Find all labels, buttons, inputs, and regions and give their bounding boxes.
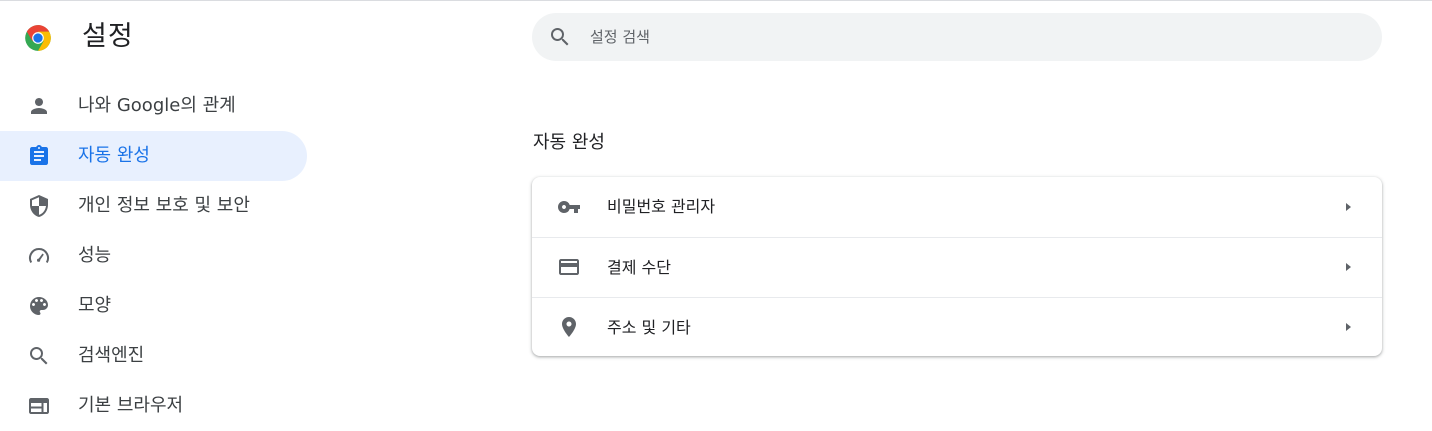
row-label: 비밀번호 관리자	[607, 197, 716, 216]
sidebar-item-you-and-google[interactable]: 나와 Google의 관계	[0, 81, 307, 131]
search-icon[interactable]	[548, 25, 572, 49]
browser-icon	[29, 398, 49, 414]
sidebar-item-label: 나와 Google의 관계	[78, 95, 236, 116]
page-title: 설정	[82, 21, 134, 52]
sidebar-item-autofill[interactable]: 자동 완성	[0, 131, 307, 181]
search-icon	[30, 347, 48, 365]
password-manager-row[interactable]: 비밀번호 관리자	[532, 177, 1382, 237]
sidebar-item-label: 기본 브라우저	[78, 395, 184, 416]
sidebar-item-search-engine[interactable]: 검색엔진	[0, 331, 307, 381]
chevron-right-icon	[1346, 203, 1351, 211]
speedometer-icon	[29, 248, 49, 263]
sidebar-item-label: 자동 완성	[78, 145, 150, 166]
sidebar-item-label: 모양	[78, 295, 112, 316]
row-label: 주소 및 기타	[607, 318, 691, 337]
sidebar-item-default-browser[interactable]: 기본 브라우저	[0, 381, 307, 431]
search-input[interactable]	[590, 13, 1350, 61]
location-pin-icon	[562, 317, 576, 337]
settings-header: 설정	[0, 0, 1432, 72]
sidebar-item-label: 성능	[78, 245, 112, 266]
person-icon	[31, 98, 47, 114]
settings-search-box[interactable]	[532, 13, 1382, 61]
chevron-right-icon	[1346, 263, 1351, 271]
sidebar-item-appearance[interactable]: 모양	[0, 281, 307, 331]
assignment-icon	[30, 145, 48, 165]
payment-methods-row[interactable]: 결제 수단	[532, 237, 1382, 297]
key-icon	[558, 201, 580, 213]
sidebar-nav: 나와 Google의 관계 자동 완성 개인 정보 보호 및 보안 성능 모양 …	[0, 81, 308, 431]
sidebar-item-label: 개인 정보 보호 및 보안	[78, 195, 250, 216]
addresses-row[interactable]: 주소 및 기타	[532, 297, 1382, 356]
sidebar-item-performance[interactable]: 성능	[0, 231, 307, 281]
sidebar-item-privacy-security[interactable]: 개인 정보 보호 및 보안	[0, 181, 307, 231]
autofill-card: 비밀번호 관리자 결제 수단 주소 및 기타	[532, 177, 1382, 356]
row-label: 결제 수단	[607, 258, 671, 277]
chevron-right-icon	[1346, 323, 1351, 331]
shield-icon	[30, 195, 48, 217]
sidebar-item-label: 검색엔진	[78, 345, 145, 366]
credit-card-icon	[559, 259, 579, 275]
section-title: 자동 완성	[533, 132, 605, 153]
chrome-logo-icon	[25, 25, 51, 51]
palette-icon	[30, 297, 48, 315]
